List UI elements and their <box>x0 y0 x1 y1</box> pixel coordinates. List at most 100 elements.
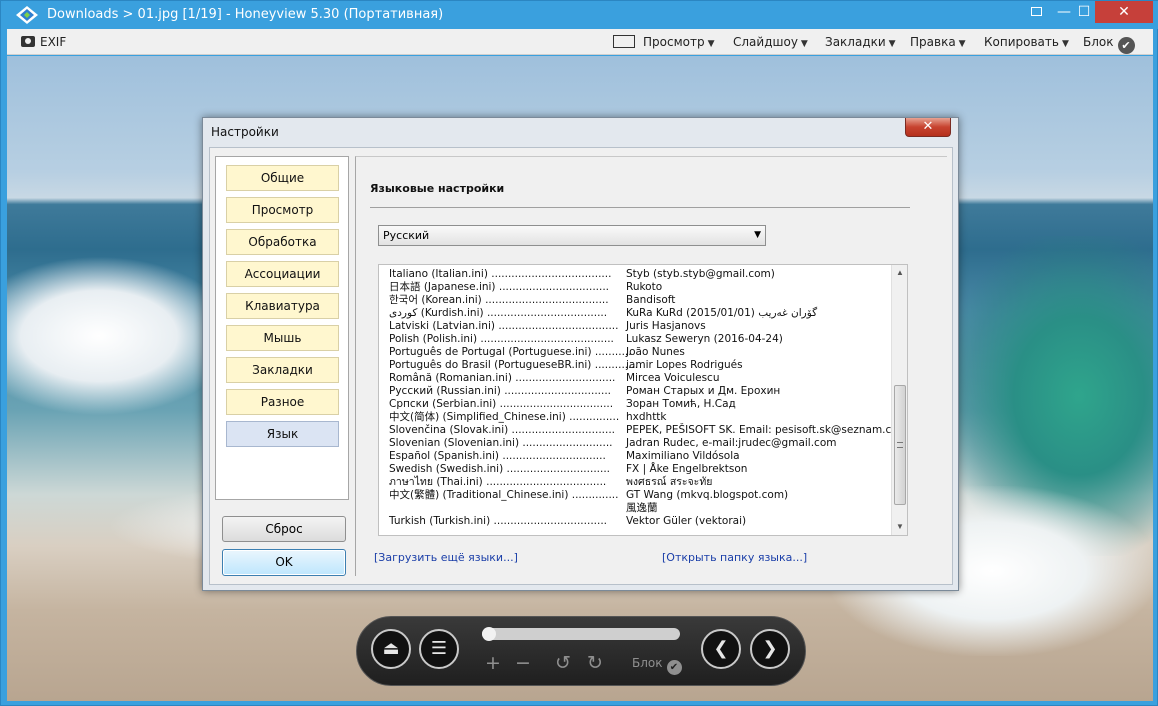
language-select[interactable]: Русский ▼ <box>378 225 766 246</box>
view-menu-label: Просмотр <box>643 35 705 49</box>
view-menu[interactable]: Просмотр ▼ <box>613 29 715 55</box>
language-name: Русский (Russian.ini) ..................… <box>389 385 612 397</box>
download-languages-link[interactable]: [Загрузить ещё языки...] <box>374 551 518 564</box>
list-scrollbar[interactable]: ▲ ▼ <box>891 265 907 535</box>
zoom-out-icon[interactable]: − <box>515 650 531 676</box>
slideshow-menu-label: Слайдшоу <box>733 35 798 49</box>
language-name: Italiano (Italian.ini) .................… <box>389 268 612 280</box>
translator-name: Juris Hasjanovs <box>626 320 706 332</box>
translator-name: KuRa KuRd (2015/01/01) گۆران غەریب <box>626 307 818 319</box>
bookmarks-menu[interactable]: Закладки ▼ <box>825 29 896 55</box>
chevron-down-icon: ▼ <box>707 39 715 49</box>
maximize-button[interactable]: ☐ <box>1073 1 1095 23</box>
chevron-down-icon: ▼ <box>1061 39 1069 49</box>
title-bar[interactable]: Downloads > 01.jpg [1/19] - Honeyview 5.… <box>1 1 1158 29</box>
dialog-title: Настройки <box>211 125 279 139</box>
nav-item-misc[interactable]: Разное <box>226 389 339 415</box>
language-name: Turkish (Turkish.ini) ..................… <box>389 515 608 527</box>
reset-button[interactable]: Сброс <box>222 516 346 542</box>
language-name: ภาษาไทย (Thai.ini) .....................… <box>389 476 607 488</box>
next-icon[interactable]: ❯ <box>750 629 790 669</box>
language-name: 中文(繁體) (Traditional_Chinese.ini) .......… <box>389 489 619 501</box>
nav-item-view[interactable]: Просмотр <box>226 197 339 223</box>
translator-name: jamir Lopes Rodrigués <box>626 359 743 371</box>
translator-name: พงศธรณ์ สระจะทัย <box>626 476 713 488</box>
scroll-up-icon[interactable]: ▲ <box>892 265 907 281</box>
language-name: Slovenčina (Slovak.ini) ................… <box>389 424 616 436</box>
translator-name: Bandisoft <box>626 294 676 306</box>
nav-item-mouse[interactable]: Мышь <box>226 325 339 351</box>
language-select-value: Русский <box>383 229 430 242</box>
zoom-in-icon[interactable]: + <box>485 650 501 676</box>
chevron-down-icon: ▼ <box>754 230 761 240</box>
nav-item-keyboard[interactable]: Клавиатура <box>226 293 339 319</box>
previous-icon[interactable]: ❮ <box>701 629 741 669</box>
language-name: Română (Romanian.ini) ..................… <box>389 372 616 384</box>
eject-icon[interactable]: ⏏ <box>371 629 411 669</box>
language-name: 한국어 (Korean.ini) .......................… <box>389 294 609 306</box>
scroll-down-icon[interactable]: ▼ <box>892 519 907 535</box>
translator-name: GT Wang (mkvq.blogspot.com) <box>626 489 789 501</box>
rotate-left-icon[interactable]: ↺ <box>555 650 571 676</box>
fullscreen-button[interactable] <box>1025 1 1047 23</box>
translator-list[interactable]: Italiano (Italian.ini) .................… <box>378 264 908 536</box>
language-name: 中文(简体) (Simplified_Chinese.ini) ........… <box>389 411 620 423</box>
fit-screen-icon <box>613 35 635 48</box>
chevron-down-icon: ▼ <box>958 39 966 49</box>
language-name: Српски (Serbian.ini) ...................… <box>389 398 614 410</box>
ok-button[interactable]: OK <box>222 549 346 576</box>
bookmarks-menu-label: Закладки <box>825 35 886 49</box>
edit-menu-label: Правка <box>910 35 956 49</box>
copy-menu[interactable]: Копировать ▼ <box>984 29 1069 55</box>
nav-item-general[interactable]: Общие <box>226 165 339 191</box>
translator-name: João Nunes <box>626 346 685 358</box>
translator-name: Vektor Güler (vektorai) <box>626 515 747 527</box>
language-name: Português do Brasil (PortugueseBR.ini) .… <box>389 359 639 371</box>
translator-name: Maximiliano Vildósola <box>626 450 740 462</box>
nav-item-bookmarks[interactable]: Закладки <box>226 357 339 383</box>
close-button[interactable]: ✕ <box>1095 1 1153 23</box>
progress-slider[interactable] <box>482 627 680 641</box>
language-name: Swedish (Swedish.ini) ..................… <box>389 463 611 475</box>
translator-name: Styb (styb.styb@gmail.com) <box>626 268 775 280</box>
translator-name: Jadran Rudec, e-mail:jrudec@gmail.com <box>626 437 837 449</box>
settings-dialog: Настройки ✕ Общие Просмотр Обработка Асс… <box>202 117 959 591</box>
translator-name: Зоран Томић, Н.Сад <box>626 398 736 410</box>
edit-menu[interactable]: Правка ▼ <box>910 29 966 55</box>
slideshow-menu[interactable]: Слайдшоу ▼ <box>733 29 808 55</box>
language-name: Slovenian (Slovenian.ini) ..............… <box>389 437 613 449</box>
translator-name: 風逸蘭 <box>626 502 658 514</box>
language-settings-panel: Языковые настройки Русский ▼ Italiano (I… <box>355 156 947 576</box>
section-divider <box>370 207 910 208</box>
translator-name: Mircea Voiculescu <box>626 372 720 384</box>
language-name: Español (Spanish.ini) ..................… <box>389 450 606 462</box>
dialog-close-button[interactable]: ✕ <box>905 118 951 137</box>
honeyview-logo-icon <box>16 6 38 24</box>
lock-label: Блок <box>632 656 663 670</box>
exif-label: EXIF <box>40 35 67 49</box>
lock-toggle[interactable]: Блок ✔ <box>1083 29 1135 55</box>
nav-item-associations[interactable]: Ассоциации <box>226 261 339 287</box>
chevron-down-icon: ▼ <box>888 39 896 49</box>
honeyview-window: Downloads > 01.jpg [1/19] - Honeyview 5.… <box>0 0 1158 706</box>
open-language-folder-link[interactable]: [Открыть папку языка...] <box>662 551 807 564</box>
nav-item-language[interactable]: Язык <box>226 421 339 447</box>
settings-nav: Общие Просмотр Обработка Ассоциации Клав… <box>215 156 349 500</box>
nav-item-processing[interactable]: Обработка <box>226 229 339 255</box>
window-title: Downloads > 01.jpg [1/19] - Honeyview 5.… <box>47 7 444 22</box>
exif-button[interactable]: EXIF <box>21 29 66 55</box>
slider-knob[interactable] <box>482 627 496 641</box>
rotate-right-icon[interactable]: ↻ <box>587 650 603 676</box>
camera-icon <box>21 36 35 47</box>
translator-name: hxdhttk <box>626 411 667 423</box>
lock-toggle-bar[interactable]: Блок ✔ <box>632 656 682 675</box>
check-circle-icon: ✔ <box>666 660 682 675</box>
dialog-body: Общие Просмотр Обработка Ассоциации Клав… <box>209 147 953 585</box>
minimize-button[interactable]: — <box>1053 1 1075 23</box>
grip-icon <box>897 442 903 448</box>
language-name: Latviski (Latvian.ini) .................… <box>389 320 619 332</box>
menu-icon[interactable]: ☰ <box>419 629 459 669</box>
chevron-down-icon: ▼ <box>800 39 808 49</box>
scroll-thumb[interactable] <box>894 385 906 505</box>
fullscreen-icon <box>1030 7 1042 16</box>
